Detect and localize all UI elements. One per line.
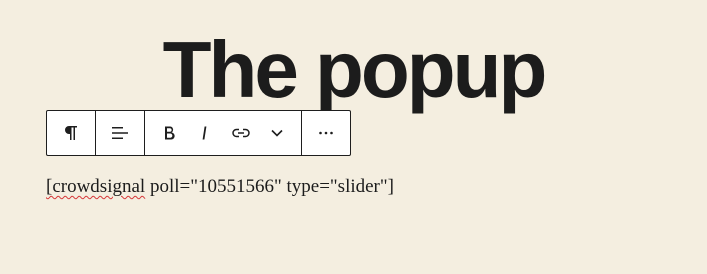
formatting-group bbox=[145, 111, 302, 155]
more-rich-text-button[interactable] bbox=[259, 111, 295, 155]
alignment-group bbox=[96, 111, 145, 155]
italic-icon bbox=[202, 126, 207, 140]
block-type-group bbox=[47, 111, 96, 155]
align-button[interactable] bbox=[96, 111, 144, 155]
chevron-down-icon bbox=[271, 129, 283, 137]
link-icon bbox=[232, 128, 250, 138]
paragraph-button[interactable] bbox=[47, 111, 95, 155]
options-group bbox=[302, 111, 350, 155]
paragraph-icon bbox=[65, 126, 77, 140]
options-button[interactable] bbox=[302, 111, 350, 155]
link-button[interactable] bbox=[223, 111, 259, 155]
bold-icon bbox=[165, 126, 175, 140]
align-left-icon bbox=[112, 127, 128, 139]
shortcode-text: poll="10551566" type="slider"] bbox=[145, 176, 394, 197]
misspelled-word: [crowdsignal bbox=[46, 176, 146, 197]
shortcode-paragraph[interactable]: [crowdsignal poll="10551566" type="slide… bbox=[46, 176, 394, 198]
block-toolbar bbox=[46, 110, 351, 156]
bold-button[interactable] bbox=[151, 111, 187, 155]
italic-button[interactable] bbox=[187, 111, 223, 155]
page-title[interactable]: The popup bbox=[0, 22, 707, 118]
more-options-icon bbox=[319, 131, 333, 135]
